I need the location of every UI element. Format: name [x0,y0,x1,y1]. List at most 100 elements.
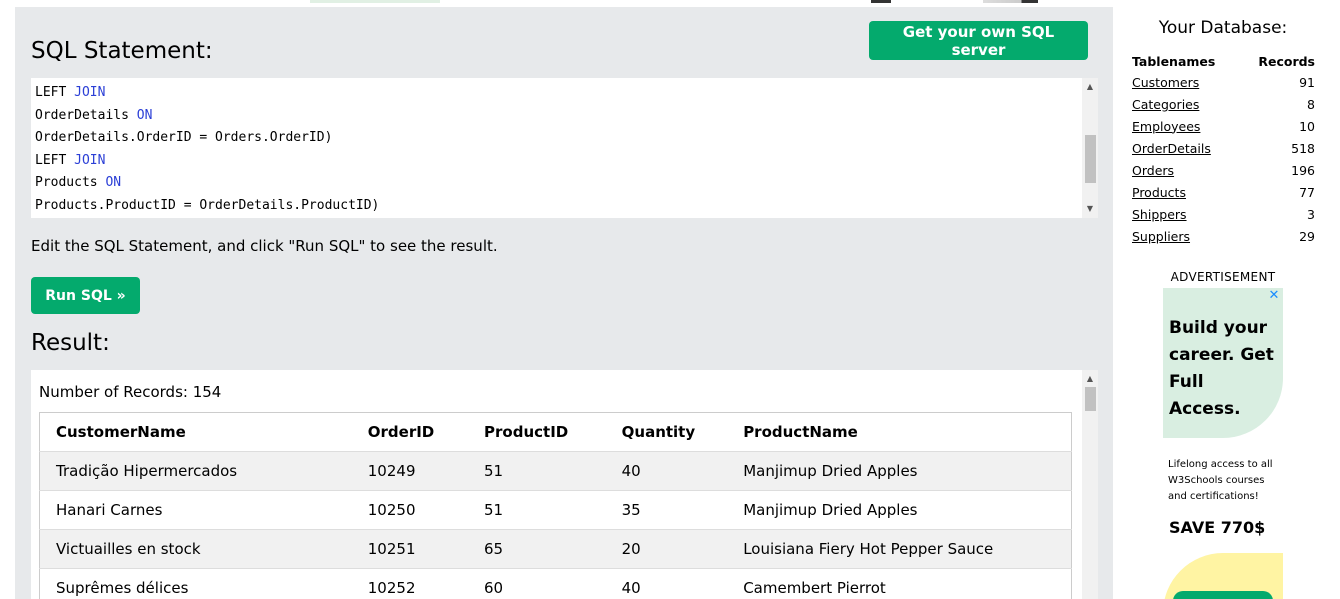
table-link-shippers[interactable]: Shippers [1132,207,1187,222]
db-record-count: 10 [1299,118,1315,134]
table-cell: 10251 [351,529,469,569]
table-cell: 40 [605,568,728,599]
sql-text: Products [35,175,106,190]
db-table-name-cell: Categories [1132,93,1241,115]
column-header: ProductName [727,412,1072,452]
instructions-text: Edit the SQL Statement, and click "Run S… [31,237,498,255]
db-table-row: Orders 196 [1132,159,1315,181]
table-header-row: CustomerName OrderID ProductID Quantity Prod… [39,412,1072,452]
code-line[interactable]: LEFT JOIN [35,84,379,107]
get-own-sql-server-button[interactable]: Get your own SQL server [869,21,1088,60]
top-strip [310,0,440,3]
table-link-categories[interactable]: Categories [1132,97,1199,112]
db-table-name-cell: Orders [1132,159,1241,181]
result-panel: Number of Records: 154 CustomerName Order… [31,370,1098,599]
table-link-employees[interactable]: Employees [1132,119,1200,134]
code-line[interactable]: LEFT JOIN [35,152,379,175]
db-table-row: Suppliers 29 [1132,225,1315,247]
ad-body-text: Lifelong access to all W3Schools courses… [1168,459,1273,502]
ad-save-text: SAVE 770$ [1169,518,1266,537]
column-header: OrderID [351,412,469,452]
table-cell: 51 [468,451,606,491]
result-heading: Result: [31,330,110,356]
top-mark [871,0,891,3]
sql-editor[interactable]: LEFT JOIN OrderDetails ON OrderDetails.Ord… [31,78,1098,218]
db-table-row: Customers 91 [1132,71,1315,93]
db-record-count: 29 [1299,228,1315,244]
db-table-name-cell: OrderDetails [1132,137,1241,159]
sql-code[interactable]: LEFT JOIN OrderDetails ON OrderDetails.Ord… [35,84,379,218]
database-table: Tablenames Records Customers 91 Categories… [1132,51,1315,247]
sql-keyword: JOIN [74,152,106,168]
table-body: Tradição Hipermercados 10249 51 40 Manjimup … [39,451,1072,599]
scroll-up-arrow-icon[interactable]: ▲ [1082,372,1098,386]
db-table-row: OrderDetails 518 [1132,137,1315,159]
db-table-row: Categories 8 [1132,93,1315,115]
db-table-name-cell: Customers [1132,71,1241,93]
table-cell: 51 [468,490,606,530]
result-scroll-thumb[interactable] [1085,387,1096,411]
advertisement-label: ADVERTISEMENT [1170,270,1276,284]
editor-scroll-thumb[interactable] [1085,135,1096,183]
table-link-orders[interactable]: Orders [1132,163,1174,178]
sql-statement-heading: SQL Statement: [31,38,213,64]
sql-keyword: ON [105,175,122,190]
code-line[interactable]: OrderDetails.OrderID = Orders.OrderID) [35,129,379,152]
editor-scrollbar[interactable]: ▲ ▼ [1082,78,1098,218]
sql-text: LEFT [35,85,75,100]
table-cell: 65 [468,529,606,569]
top-mark [983,0,1038,3]
table-cell: Hanari Carnes [39,490,352,530]
table-link-customers[interactable]: Customers [1132,75,1199,90]
table-link-suppliers[interactable]: Suppliers [1132,229,1190,244]
db-record-count: 3 [1307,206,1315,222]
table-cell: 60 [468,568,606,599]
table-cell: Victuailles en stock [39,529,352,569]
main-panel: SQL Statement: Get your own SQL server L… [15,7,1113,599]
db-body: Customers 91 Categories 8 Employees 10 OrderDe… [1132,71,1315,247]
table-row: Suprêmes délices 10252 60 40 Camembert Pierr… [39,568,1072,599]
sql-text: LEFT [35,152,75,168]
sql-text: OrderDetails.OrderID = Orders.OrderID) [35,130,333,145]
table-row: Tradição Hipermercados 10249 51 40 Manjimup … [39,451,1072,491]
close-icon[interactable]: ✕ [1267,289,1281,303]
advertisement[interactable]: ✕ Build your career. Get Full Access. Li… [1163,288,1283,599]
table-row: Victuailles en stock 10251 65 20 Louisiana F… [39,529,1072,569]
run-sql-button[interactable]: Run SQL » [31,277,140,314]
table-link-products[interactable]: Products [1132,185,1186,200]
db-table-row: Products 77 [1132,181,1315,203]
tablenames-header: Tablenames [1132,53,1216,69]
code-line[interactable]: Products.ProductID = OrderDetails.Produc… [35,197,379,219]
record-count: Number of Records: 154 [39,383,222,401]
sql-keyword: ON [136,107,153,123]
column-header: CustomerName [39,412,352,452]
table-cell: Manjimup Dried Apples [727,490,1072,530]
db-record-count: 91 [1299,74,1315,90]
table-cell: Tradição Hipermercados [39,451,352,491]
ad-cta-button[interactable] [1173,591,1273,599]
db-record-count: 77 [1299,184,1315,200]
table-cell: 20 [605,529,728,569]
result-scrollbar[interactable]: ▲ [1082,370,1098,599]
scroll-up-arrow-icon[interactable]: ▲ [1082,80,1098,94]
table-cell: Camembert Pierrot [727,568,1072,599]
db-record-count: 196 [1291,162,1315,178]
table-cell: Louisiana Fiery Hot Pepper Sauce [727,529,1072,569]
db-table-name-cell: Suppliers [1132,225,1241,247]
table-cell: 40 [605,451,728,491]
column-header: ProductID [468,412,606,452]
table-cell: Suprêmes délices [39,568,352,599]
code-line[interactable]: Products ON [35,174,379,197]
db-table-name-cell: Products [1132,181,1241,203]
table-link-orderdetails[interactable]: OrderDetails [1132,141,1211,156]
your-database-title: Your Database: [1158,18,1288,38]
db-record-count: 8 [1307,96,1315,112]
table-cell: 10252 [351,568,469,599]
code-line[interactable]: OrderDetails ON [35,107,379,130]
table-cell: 35 [605,490,728,530]
table-cell: 10250 [351,490,469,530]
sql-keyword: JOIN [74,85,106,100]
ad-headline[interactable]: Build your career. Get Full Access. [1169,315,1279,423]
scroll-down-arrow-icon[interactable]: ▼ [1082,202,1098,216]
result-table: CustomerName OrderID ProductID Quantity Prod… [39,412,1072,599]
